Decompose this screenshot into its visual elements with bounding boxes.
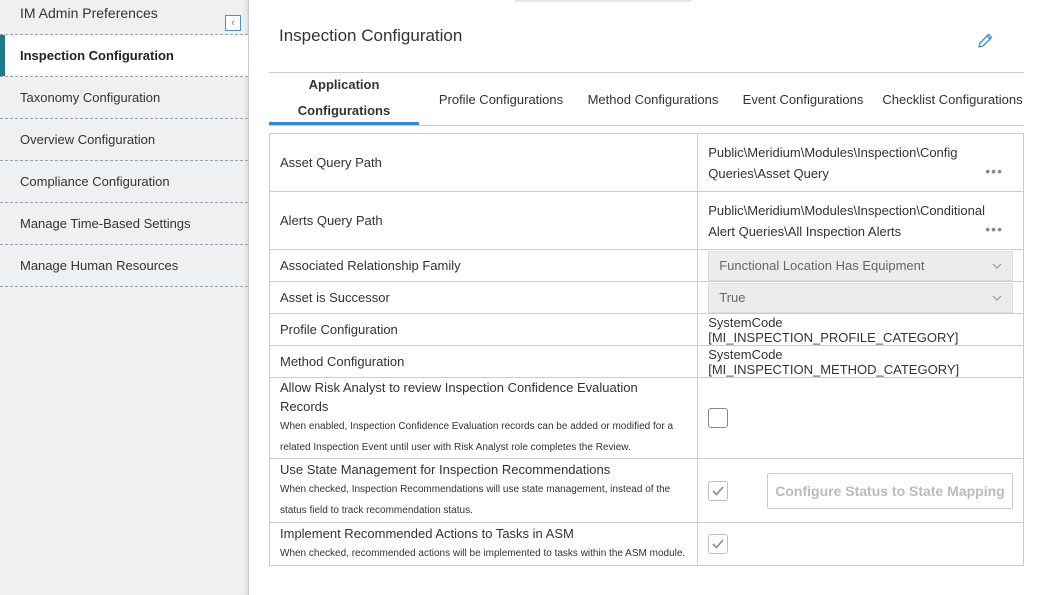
table-row: Use State Management for Inspection Reco… <box>268 458 1024 523</box>
page-title: Inspection Configuration <box>279 26 463 45</box>
sidebar-item-manage-time-based-settings[interactable]: Manage Time-Based Settings <box>0 203 248 245</box>
sidebar-item-label: Manage Time-Based Settings <box>20 216 191 231</box>
row-label: Asset is Successor <box>268 281 699 314</box>
table-row: Implement Recommended Actions to Tasks i… <box>268 522 1024 566</box>
row-label: Alerts Query Path <box>268 191 699 250</box>
sidebar-item-taxonomy-configuration[interactable]: Taxonomy Configuration <box>0 77 248 119</box>
row-label-cell: Implement Recommended Actions to Tasks i… <box>268 522 699 566</box>
alerts-query-path-field: Public\Meridium\Modules\Inspection\Condi… <box>697 191 1024 250</box>
method-configuration-value: SystemCode [MI_INSPECTION_METHOD_CATEGOR… <box>697 345 1024 378</box>
tab-method-configurations[interactable]: Method Configurations <box>583 73 723 126</box>
asset-query-path-field: Public\Meridium\Modules\Inspection\Confi… <box>697 133 1024 192</box>
row-label: Method Configuration <box>268 345 699 378</box>
row-label-cell: Use State Management for Inspection Reco… <box>268 458 699 523</box>
relationship-family-select[interactable]: Functional Location Has Equipment <box>708 250 1013 281</box>
row-label: Implement Recommended Actions to Tasks i… <box>280 526 574 541</box>
chevron-down-icon <box>992 263 1002 269</box>
row-label: Asset Query Path <box>268 133 699 192</box>
row-label: Associated Relationship Family <box>268 249 699 282</box>
sidebar: IM Admin Preferences ‹ Inspection Config… <box>0 0 249 595</box>
sidebar-item-overview-configuration[interactable]: Overview Configuration <box>0 119 248 161</box>
sidebar-title: IM Admin Preferences <box>20 5 158 21</box>
asm-tasks-cell <box>697 522 1024 566</box>
row-label: Profile Configuration <box>268 313 699 346</box>
tab-label: Application Configurations <box>297 76 391 118</box>
sidebar-item-label: Taxonomy Configuration <box>20 90 161 105</box>
table-row: Profile Configuration SystemCode [MI_INS… <box>268 313 1024 346</box>
tab-label: Checklist Configurations <box>882 92 1023 107</box>
risk-analyst-cell <box>697 377 1024 459</box>
row-label: Allow Risk Analyst to review Inspection … <box>280 380 638 414</box>
more-options-icon[interactable]: ••• <box>985 163 1003 179</box>
risk-analyst-checkbox[interactable] <box>708 408 729 428</box>
table-row: Method Configuration SystemCode [MI_INSP… <box>268 345 1024 378</box>
table-row: Allow Risk Analyst to review Inspection … <box>268 377 1024 459</box>
row-description: When enabled, Inspection Confidence Eval… <box>280 421 674 453</box>
pencil-icon[interactable] <box>975 31 995 51</box>
tab-label: Profile Configurations <box>438 92 564 107</box>
alerts-query-path-value: Public\Meridium\Modules\Inspection\Condi… <box>708 202 985 239</box>
sidebar-item-label: Inspection Configuration <box>20 48 174 63</box>
chevron-down-icon <box>992 295 1002 301</box>
row-description: When checked, recommended actions will b… <box>280 548 686 559</box>
tab-label: Event Configurations <box>742 92 864 107</box>
tab-event-configurations[interactable]: Event Configurations <box>739 73 867 126</box>
tab-label: Method Configurations <box>587 92 719 107</box>
main-panel: Inspection Configuration Application Con… <box>249 0 1037 595</box>
sidebar-header: IM Admin Preferences ‹ <box>0 0 248 35</box>
asset-successor-select[interactable]: True <box>708 282 1013 313</box>
table-row: Alerts Query Path Public\Meridium\Module… <box>268 191 1024 250</box>
row-description: When checked, Inspection Recommendations… <box>280 484 671 516</box>
select-value: Functional Location Has Equipment <box>719 258 925 273</box>
sidebar-item-compliance-configuration[interactable]: Compliance Configuration <box>0 161 248 203</box>
relationship-family-cell: Functional Location Has Equipment <box>697 249 1024 282</box>
tab-profile-configurations[interactable]: Profile Configurations <box>433 73 569 126</box>
collapse-sidebar-button[interactable]: ‹ <box>225 15 241 31</box>
tab-checklist-configurations[interactable]: Checklist Configurations <box>881 73 1024 126</box>
configuration-table: Asset Query Path Public\Meridium\Modules… <box>268 133 1024 566</box>
table-row: Associated Relationship Family Functiona… <box>268 249 1024 282</box>
asm-tasks-checkbox[interactable] <box>708 534 729 554</box>
tab-bar: Application Configurations Profile Confi… <box>269 73 1024 126</box>
sidebar-item-label: Overview Configuration <box>20 132 156 147</box>
state-management-cell: Configure Status to State Mapping <box>697 458 1024 523</box>
sidebar-item-manage-human-resources[interactable]: Manage Human Resources <box>0 245 248 287</box>
select-value: True <box>719 290 746 305</box>
checkmark-icon <box>712 485 724 496</box>
top-divider <box>515 0 691 2</box>
sidebar-item-label: Manage Human Resources <box>20 258 179 273</box>
asset-successor-cell: True <box>697 281 1024 314</box>
table-row: Asset Query Path Public\Meridium\Modules… <box>268 133 1024 192</box>
configure-status-mapping-button[interactable]: Configure Status to State Mapping <box>767 473 1013 509</box>
state-management-checkbox[interactable] <box>708 480 729 501</box>
row-label-cell: Allow Risk Analyst to review Inspection … <box>268 377 699 459</box>
checkmark-icon <box>712 539 724 549</box>
profile-configuration-value: SystemCode [MI_INSPECTION_PROFILE_CATEGO… <box>697 313 1024 346</box>
tab-application-configurations[interactable]: Application Configurations <box>269 73 419 125</box>
row-label: Use State Management for Inspection Reco… <box>280 462 611 477</box>
more-options-icon[interactable]: ••• <box>985 221 1003 237</box>
asset-query-path-value: Public\Meridium\Modules\Inspection\Confi… <box>708 144 958 181</box>
sidebar-item-label: Compliance Configuration <box>20 174 170 189</box>
table-row: Asset is Successor True <box>268 281 1024 314</box>
sidebar-item-inspection-configuration[interactable]: Inspection Configuration <box>0 35 248 77</box>
